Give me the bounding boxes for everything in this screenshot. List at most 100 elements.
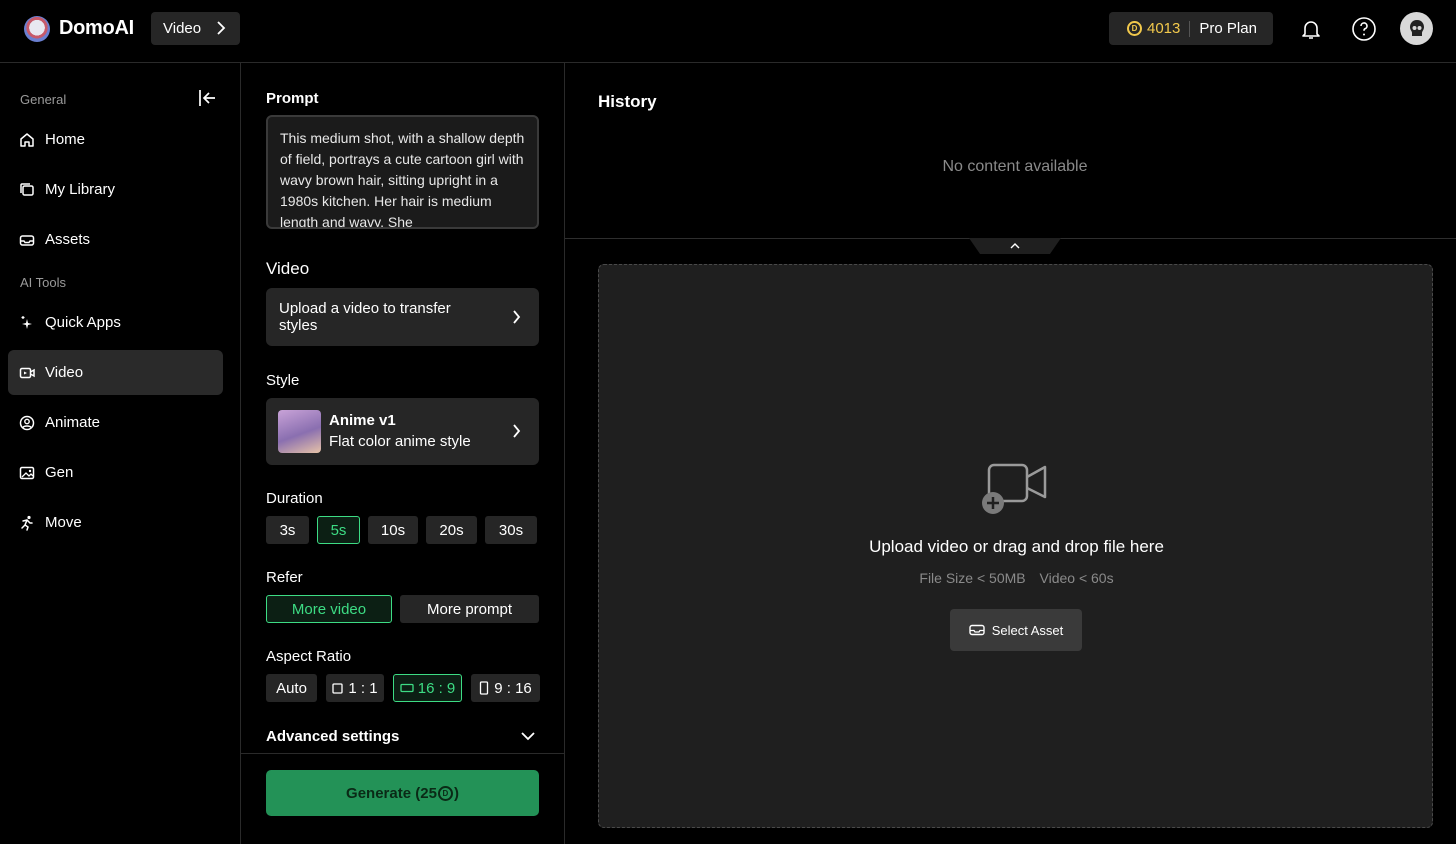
settings-panel: Prompt This medium shot, with a shallow … xyxy=(241,63,565,844)
sidebar-item-video[interactable]: Video xyxy=(8,350,223,395)
prompt-textarea[interactable]: This medium shot, with a shallow depth o… xyxy=(266,115,539,229)
video-icon xyxy=(19,367,35,378)
collapse-sidebar-icon[interactable] xyxy=(198,89,218,107)
refer-label: Refer xyxy=(266,569,303,586)
prompt-label: Prompt xyxy=(266,90,319,107)
portrait-icon xyxy=(480,681,489,695)
chevron-right-icon xyxy=(217,21,226,35)
home-icon xyxy=(20,132,34,147)
sidebar: General Home My Library Assets AI Tools … xyxy=(0,63,241,844)
aspect-option-label: 16 : 9 xyxy=(417,679,456,697)
sidebar-item-home[interactable]: Home xyxy=(8,117,223,162)
aspect-option-label: 9 : 16 xyxy=(494,679,532,697)
coin-icon: D xyxy=(1127,21,1142,36)
sidebar-item-quick-apps[interactable]: Quick Apps xyxy=(8,300,223,345)
credits-badge[interactable]: D 4013 Pro Plan xyxy=(1109,12,1273,45)
advanced-settings-toggle[interactable]: Advanced settings xyxy=(266,728,539,745)
style-name: Anime v1 xyxy=(329,412,396,429)
chevron-up-icon xyxy=(1010,243,1020,249)
add-video-icon xyxy=(982,463,1047,514)
running-icon xyxy=(21,515,33,531)
sidebar-item-label: Animate xyxy=(45,414,101,431)
toggle-history-tab[interactable] xyxy=(969,238,1061,254)
select-asset-button[interactable]: Select Asset xyxy=(950,609,1082,651)
domoai-logo[interactable] xyxy=(24,16,50,42)
history-title: History xyxy=(598,92,657,111)
credits-count: 4013 xyxy=(1147,20,1181,37)
style-description: Flat color anime style xyxy=(329,433,471,450)
duration-option[interactable]: 20s xyxy=(426,516,477,544)
aspect-option-label: 1 : 1 xyxy=(348,679,378,697)
sidebar-item-label: Gen xyxy=(45,464,74,481)
notifications-button[interactable] xyxy=(1295,13,1327,45)
duration-option[interactable]: 10s xyxy=(368,516,418,544)
duration-option-selected[interactable]: 5s xyxy=(317,516,360,544)
style-card[interactable]: Anime v1 Flat color anime style xyxy=(266,398,539,465)
advanced-settings-label: Advanced settings xyxy=(266,728,400,745)
sidebar-item-label: Quick Apps xyxy=(45,314,121,331)
section-label-ai-tools: AI Tools xyxy=(20,275,67,290)
square-icon xyxy=(332,682,344,694)
panel-divider xyxy=(241,753,565,754)
duration-label: Duration xyxy=(266,490,323,507)
aspect-option-1-1[interactable]: 1 : 1 xyxy=(326,674,384,702)
skull-avatar-icon xyxy=(1409,19,1424,36)
aspect-option-auto[interactable]: Auto xyxy=(266,674,317,702)
aspect-ratio-label: Aspect Ratio xyxy=(266,648,352,665)
style-thumbnail xyxy=(278,410,321,453)
sidebar-item-assets[interactable]: Assets xyxy=(8,217,223,262)
refer-option-more-prompt[interactable]: More prompt xyxy=(400,595,539,623)
upload-video-label: Upload a video to transfer styles xyxy=(279,300,451,334)
aspect-option-label: Auto xyxy=(276,679,307,697)
sidebar-item-animate[interactable]: Animate xyxy=(8,400,223,445)
sidebar-item-my-library[interactable]: My Library xyxy=(8,167,223,212)
sidebar-item-label: Move xyxy=(45,514,82,531)
upload-title: Upload video or drag and drop file here xyxy=(869,537,1164,556)
chevron-right-icon xyxy=(513,424,521,438)
upload-video-card[interactable]: Upload a video to transfer styles xyxy=(266,288,539,346)
user-avatar[interactable] xyxy=(1400,12,1433,45)
assets-icon xyxy=(969,624,985,636)
upload-constraints: File Size < 50MB Video < 60s xyxy=(599,570,1434,586)
duration-options: 3s 5s 10s 20s 30s xyxy=(266,516,537,544)
assets-icon xyxy=(19,234,35,246)
image-icon xyxy=(19,466,35,479)
sidebar-item-label: My Library xyxy=(45,181,116,198)
brand-name[interactable]: DomoAI xyxy=(59,17,134,40)
section-label-general: General xyxy=(20,92,67,107)
top-bar: DomoAI Video D 4013 Pro Plan xyxy=(0,0,1456,63)
duration-option[interactable]: 30s xyxy=(485,516,537,544)
plan-label: Pro Plan xyxy=(1199,20,1257,37)
divider xyxy=(1189,20,1191,37)
refer-options: More video More prompt xyxy=(266,595,539,623)
aspect-option-16-9[interactable]: 16 : 9 xyxy=(393,674,462,702)
duration-option[interactable]: 3s xyxy=(266,516,309,544)
chevron-down-icon xyxy=(521,732,535,741)
generate-suffix: ) xyxy=(453,784,459,802)
main-area: History No content available Upload vide… xyxy=(565,63,1456,844)
sidebar-item-label: Assets xyxy=(45,231,91,248)
empty-state-text: No content available xyxy=(942,158,1088,175)
animate-icon xyxy=(19,415,35,430)
refer-option-more-video[interactable]: More video xyxy=(266,595,392,623)
help-icon xyxy=(1352,17,1376,41)
breadcrumb-video[interactable]: Video xyxy=(151,12,240,45)
sidebar-item-label: Video xyxy=(45,364,84,381)
sidebar-item-gen[interactable]: Gen xyxy=(8,450,223,495)
sparkle-icon xyxy=(21,315,32,329)
generate-button[interactable]: Generate (25 D ) xyxy=(266,770,539,816)
coin-icon: D xyxy=(437,785,453,801)
style-label: Style xyxy=(266,372,300,389)
sidebar-item-label: Home xyxy=(45,131,86,148)
chevron-right-icon xyxy=(513,310,521,324)
sidebar-item-move[interactable]: Move xyxy=(8,500,223,545)
bell-icon xyxy=(1302,21,1320,39)
landscape-icon xyxy=(400,683,414,693)
file-size-limit: File Size < 50MB xyxy=(919,570,1026,586)
help-button[interactable] xyxy=(1348,13,1380,45)
upload-dropzone[interactable]: Upload video or drag and drop file here … xyxy=(598,264,1433,828)
aspect-option-9-16[interactable]: 9 : 16 xyxy=(471,674,540,702)
select-asset-label: Select Asset xyxy=(991,622,1064,638)
aspect-ratio-options: Auto 1 : 1 16 : 9 9 : 16 xyxy=(266,674,540,702)
video-length-limit: Video < 60s xyxy=(1039,570,1114,586)
